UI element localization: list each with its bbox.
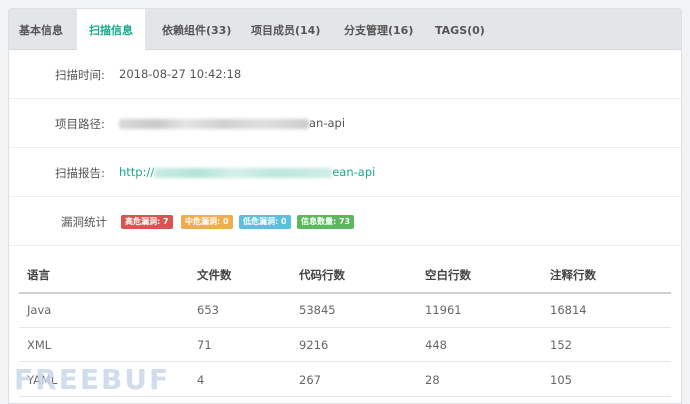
cell-blank-lines: 28 <box>425 373 440 387</box>
scan-report-prefix: http:// <box>119 165 155 179</box>
vuln-stats-label: 漏洞统计 <box>61 215 107 229</box>
medium-risk-badge: 中危漏洞: 0 <box>181 215 233 229</box>
project-path-value: an-api <box>119 116 345 130</box>
scan-report-suffix: ean-api <box>332 165 376 179</box>
tab-scan-info[interactable]: 扫描信息 <box>77 9 145 51</box>
project-path-label: 项目路径: <box>55 117 105 131</box>
row-divider <box>19 396 671 397</box>
col-header-language: 语言 <box>27 268 50 282</box>
cell-comment-lines: 152 <box>550 338 572 352</box>
redacted-path <box>119 118 309 129</box>
tab-dependencies[interactable]: 依赖组件(33) <box>162 9 231 49</box>
cell-comment-lines: 16814 <box>550 303 587 317</box>
project-path-row: 项目路径: an-api <box>9 99 681 148</box>
tab-branches[interactable]: 分支管理(16) <box>344 9 413 49</box>
cell-files: 653 <box>197 303 219 317</box>
vuln-badges: 高危漏洞: 7 中危漏洞: 0 低危漏洞: 0 信息数量: 73 <box>121 215 421 229</box>
vuln-stats-row: 漏洞统计 高危漏洞: 7 中危漏洞: 0 低危漏洞: 0 信息数量: 73 <box>9 197 681 246</box>
high-risk-badge: 高危漏洞: 7 <box>121 215 173 229</box>
scan-report-label: 扫描报告: <box>55 166 105 180</box>
low-risk-badge: 低危漏洞: 0 <box>239 215 291 229</box>
cell-blank-lines: 11961 <box>425 303 462 317</box>
cell-code-lines: 53845 <box>299 303 336 317</box>
col-header-files: 文件数 <box>197 268 232 282</box>
tab-bar: 基本信息 扫描信息 依赖组件(33) 项目成员(14) 分支管理(16) TAG… <box>9 9 681 51</box>
redacted-url <box>154 167 333 178</box>
table-header-divider <box>19 292 671 294</box>
cell-blank-lines: 448 <box>425 338 447 352</box>
project-detail-card: 基本信息 扫描信息 依赖组件(33) 项目成员(14) 分支管理(16) TAG… <box>8 8 682 404</box>
col-header-blank-lines: 空白行数 <box>425 268 471 282</box>
tab-tags[interactable]: TAGS(0) <box>435 9 485 49</box>
col-header-comment-lines: 注释行数 <box>550 268 596 282</box>
col-header-code-lines: 代码行数 <box>299 268 345 282</box>
cell-language: XML <box>27 338 52 352</box>
project-path-suffix: an-api <box>309 116 346 130</box>
cell-comment-lines: 105 <box>550 373 572 387</box>
scan-time-row: 扫描时间: 2018-08-27 10:42:18 <box>9 50 681 99</box>
scan-report-link[interactable]: http:// ean-api <box>119 165 375 179</box>
cell-language: Java <box>27 303 52 317</box>
cell-code-lines: 267 <box>299 373 321 387</box>
tab-basic-info[interactable]: 基本信息 <box>19 9 63 49</box>
cell-files: 4 <box>197 373 205 387</box>
row-divider <box>19 361 671 362</box>
cell-code-lines: 9216 <box>299 338 329 352</box>
cell-files: 71 <box>197 338 212 352</box>
scan-report-row: 扫描报告: http:// ean-api <box>9 148 681 197</box>
info-count-badge: 信息数量: 73 <box>297 215 355 229</box>
tab-members[interactable]: 项目成员(14) <box>251 9 320 49</box>
scan-time-value: 2018-08-27 10:42:18 <box>119 67 242 81</box>
row-divider <box>19 327 671 328</box>
scan-time-label: 扫描时间: <box>55 68 105 82</box>
watermark-logo: FREEBUF <box>14 363 171 396</box>
